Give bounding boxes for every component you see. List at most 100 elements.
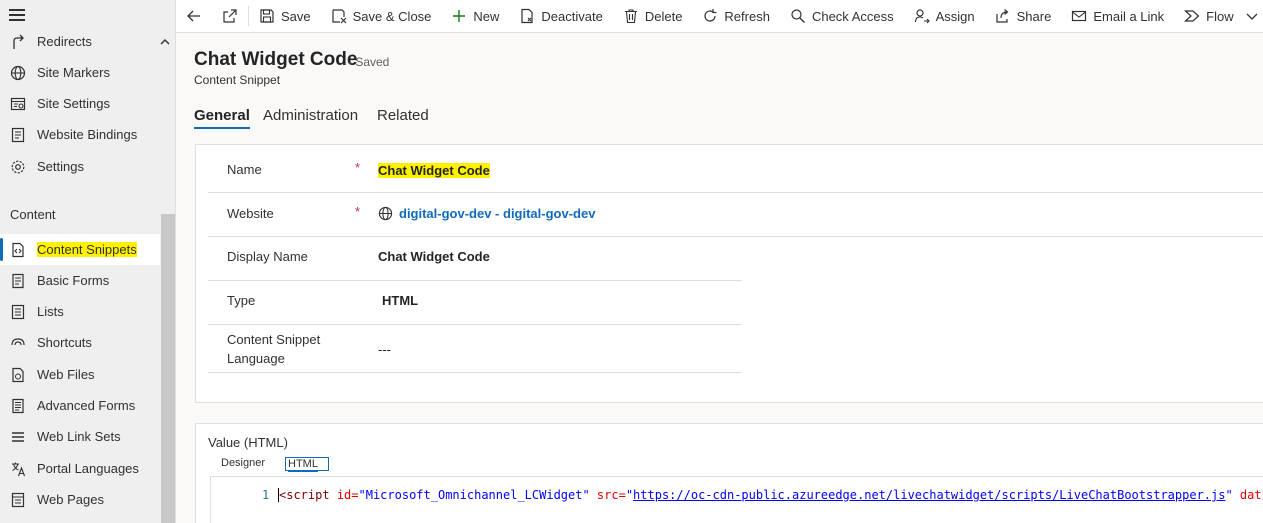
snippet-icon (9, 241, 27, 259)
form-icon (9, 272, 27, 290)
delete-button[interactable]: Delete (613, 0, 693, 33)
check-access-label: Check Access (811, 8, 894, 24)
site-settings-icon (9, 95, 27, 113)
sidebar-item-settings[interactable]: Settings (0, 151, 160, 182)
sidebar-item-content-snippets[interactable]: Content Snippets (0, 234, 160, 265)
refresh-button[interactable]: Refresh (692, 0, 780, 33)
sidebar-item-website-bindings[interactable]: Website Bindings (0, 119, 160, 150)
type-field[interactable]: HTML (382, 293, 418, 308)
email-link-button[interactable]: Email a Link (1061, 0, 1174, 33)
sidebar-item-label: Portal Languages (37, 461, 139, 476)
search-person-icon (790, 8, 806, 24)
code-token: id= (329, 488, 359, 502)
sidebar-item-label: Web Files (37, 367, 95, 382)
sidebar-item-site-markers[interactable]: Site Markers (0, 57, 160, 88)
value-section-title: Value (HTML) (208, 435, 288, 450)
share-label: Share (1016, 8, 1052, 24)
open-new-window-button[interactable] (212, 0, 248, 33)
display-name-field[interactable]: Chat Widget Code (378, 249, 490, 264)
check-access-button[interactable]: Check Access (780, 0, 904, 33)
sidebar: Redirects Site Markers Site Settings Web… (0, 0, 176, 523)
sidebar-item-redirects[interactable]: Redirects (0, 26, 160, 57)
sidebar-item-label: Lists (37, 304, 64, 319)
code-token: " (1225, 488, 1233, 502)
new-button[interactable]: New (441, 0, 509, 33)
required-marker: * (355, 160, 361, 175)
command-bar: Save Save & Close New Deactivate Delete … (176, 0, 1263, 33)
hamburger-menu-icon[interactable] (9, 9, 25, 23)
sidebar-item-advanced-forms[interactable]: Advanced Forms (0, 390, 160, 421)
tab-designer[interactable]: Designer (221, 457, 265, 469)
tab-administration[interactable]: Administration (263, 107, 358, 124)
deactivate-button[interactable]: Deactivate (509, 0, 612, 33)
sidebar-item-lists[interactable]: Lists (0, 296, 160, 327)
value-html-section: Value (HTML) Designer HTML 1 <script id=… (195, 423, 1263, 523)
sidebar-item-label: Content Snippets (37, 242, 137, 257)
assign-label: Assign (935, 8, 975, 24)
sidebar-item-web-pages[interactable]: Web Pages (0, 484, 160, 515)
website-lookup-link[interactable]: digital-gov-dev - digital-gov-dev (378, 206, 595, 221)
page-title: Chat Widget Code (194, 49, 358, 70)
deactivate-label: Deactivate (541, 8, 603, 24)
language-icon (9, 460, 27, 478)
sidebar-item-portal-languages[interactable]: Portal Languages (0, 453, 160, 484)
email-link-label: Email a Link (1093, 8, 1165, 24)
code-token: "Microsoft_Omnichannel_LCWidget" (358, 488, 590, 502)
sidebar-scrollbar[interactable] (161, 214, 175, 523)
sidebar-item-site-settings[interactable]: Site Settings (0, 88, 160, 119)
sidebar-item-label: Basic Forms (37, 273, 110, 288)
globe-icon (9, 64, 27, 82)
new-label: New (473, 8, 500, 24)
sidebar-item-label: Shortcuts (37, 335, 92, 350)
save-and-close-button[interactable]: Save & Close (321, 0, 442, 33)
field-label: Language (227, 351, 285, 366)
entity-name: Content Snippet (194, 73, 281, 87)
flow-label: Flow (1206, 8, 1234, 24)
tab-general[interactable]: General (194, 107, 250, 129)
sidebar-item-basic-forms[interactable]: Basic Forms (0, 265, 160, 296)
refresh-icon (702, 8, 718, 24)
code-token: dat (1232, 488, 1262, 502)
assign-button[interactable]: Assign (904, 0, 985, 33)
website-value: digital-gov-dev - digital-gov-dev (399, 206, 596, 221)
share-icon (995, 8, 1011, 24)
redirect-icon (9, 33, 27, 51)
assign-person-icon (914, 8, 930, 24)
code-line: <script id="Microsoft_Omnichannel_LCWidg… (278, 488, 1262, 502)
save-label: Save (281, 8, 311, 24)
plus-icon (451, 8, 467, 24)
field-label: Content Snippet (227, 332, 321, 347)
web-page-icon (9, 491, 27, 509)
code-url-link[interactable]: https://oc-cdn-public.azureedge.net/live… (633, 488, 1225, 502)
tab-related[interactable]: Related (377, 107, 429, 124)
binding-icon (9, 126, 27, 144)
email-icon (1071, 8, 1087, 24)
chevron-up-icon[interactable] (160, 36, 170, 50)
sidebar-item-label: Site Markers (37, 65, 110, 80)
sidebar-item-label: Web Link Sets (37, 429, 121, 444)
field-label: Website (227, 206, 274, 221)
sidebar-item-label: Site Settings (37, 96, 110, 111)
sidebar-item-web-link-sets[interactable]: Web Link Sets (0, 421, 160, 452)
save-button[interactable]: Save (249, 0, 321, 33)
share-button[interactable]: Share (985, 0, 1062, 33)
globe-icon (378, 206, 393, 221)
field-label: Display Name (227, 249, 308, 264)
language-lookup-field[interactable]: --- (378, 342, 391, 357)
name-field[interactable]: Chat Widget Code (378, 163, 490, 178)
save-icon (259, 8, 275, 24)
deactivate-icon (519, 8, 535, 24)
code-editor[interactable]: 1 <script id="Microsoft_Omnichannel_LCWi… (210, 476, 1263, 523)
sidebar-section-content: Content (10, 207, 56, 222)
gear-icon (9, 158, 27, 176)
open-in-new-window-icon (222, 8, 238, 24)
code-token: src= (589, 488, 626, 502)
back-button[interactable] (176, 0, 212, 33)
sidebar-item-shortcuts[interactable]: Shortcuts (0, 327, 160, 358)
save-close-label: Save & Close (352, 8, 432, 24)
tab-html[interactable]: HTML (285, 457, 329, 472)
flow-button[interactable]: Flow (1174, 0, 1263, 33)
field-label: Name (227, 162, 262, 177)
field-website: Website * digital-gov-dev - digital-gov-… (208, 193, 1263, 237)
sidebar-item-web-files[interactable]: Web Files (0, 359, 160, 390)
